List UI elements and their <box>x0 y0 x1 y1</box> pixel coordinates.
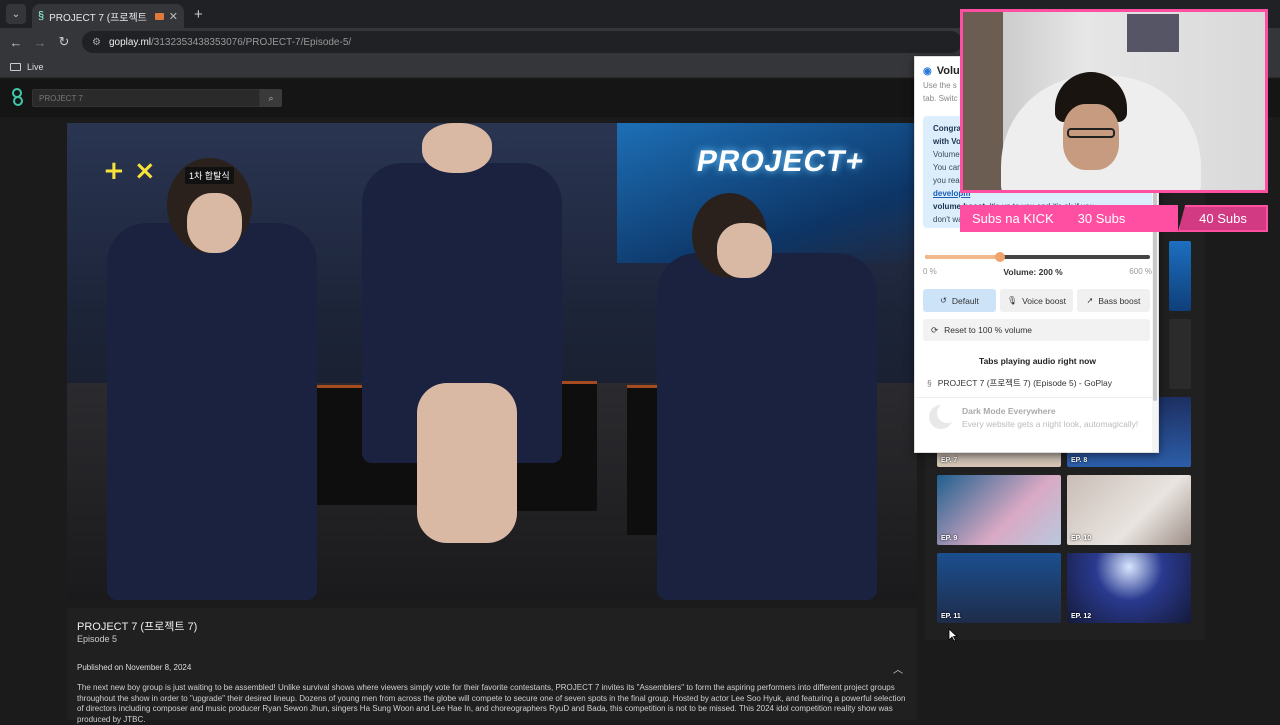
episode-card[interactable]: EP. 12 <box>1067 553 1191 623</box>
url-path: /3132353438353076/PROJECT-7/Episode-5/ <box>151 36 352 48</box>
promo-subtitle: Every website gets a night look, automag… <box>962 418 1139 429</box>
recording-indicator-icon <box>154 12 164 20</box>
contestant-hands <box>717 223 772 278</box>
slider-min-label: 0 % <box>923 267 937 276</box>
video-info-panel: PROJECT 7 (프로젝트 7) Episode 5 Published o… <box>67 608 917 724</box>
popup-subtitle-line: Use the s <box>923 81 957 90</box>
preset-label: Bass boost <box>1098 295 1141 306</box>
back-button[interactable]: ← <box>4 35 28 50</box>
preset-default-button[interactable]: ↺ Default <box>923 289 996 312</box>
contestant-legs <box>417 383 517 543</box>
webcam-person-glasses <box>1067 128 1115 138</box>
volume-slider-handle[interactable] <box>994 252 1005 262</box>
published-date: Published on November 8, 2024 <box>77 663 192 672</box>
preset-label: Voice boost <box>1022 295 1067 306</box>
subs-goal: 30 Subs <box>1077 211 1126 226</box>
video-player[interactable]: PROJECT+ + × 1차 합탈식 <box>67 123 917 600</box>
collapse-chevron-icon[interactable]: ︿ <box>893 661 903 676</box>
dark-mode-promo[interactable]: Dark Mode Everywhere Every website gets … <box>929 403 1139 429</box>
video-description: The next new boy group is just waiting t… <box>77 683 906 724</box>
folder-icon <box>10 62 21 71</box>
search-icon: ⌕ <box>268 92 274 103</box>
site-favicon-icon: § <box>38 10 45 22</box>
episode-card[interactable]: EP. 10 <box>1067 475 1191 545</box>
promo-title: Dark Mode Everywhere <box>962 405 1056 416</box>
popup-subtitle: Use the s tab. Switc <box>923 79 963 105</box>
reload-button[interactable]: ↻ <box>52 34 76 50</box>
preset-label: Default <box>951 295 979 306</box>
episode-label: EP. 11 <box>941 613 961 620</box>
url-host: goplay.ml <box>108 36 152 48</box>
moon-icon <box>929 403 957 429</box>
volume-slider-fill <box>925 255 1000 259</box>
close-tab-icon[interactable]: ✕ <box>169 10 178 23</box>
episode-label: EP. 12 <box>1071 613 1092 620</box>
caption-tag: 1차 합탈식 <box>185 167 234 184</box>
subs-label: Subs na KICK <box>972 211 1054 226</box>
slider-labels: 0 % Volume: 200 % 600 % <box>923 267 1152 277</box>
webcam-poster <box>1127 14 1179 52</box>
stage-banner: PROJECT+ <box>694 145 868 178</box>
bookmark-live[interactable]: Live <box>27 62 44 72</box>
divider <box>915 397 1158 398</box>
site-settings-icon[interactable]: ⚙ <box>92 37 101 48</box>
episode-label: EP. 8 <box>1071 457 1088 464</box>
subs-goal-overlay: Subs na KICK 30 Subs 40 Subs <box>960 205 1268 232</box>
audio-tab-label: PROJECT 7 (프로젝트 7) (Episode 5) - GoPlay <box>937 378 1112 388</box>
slider-max-label: 600 % <box>1129 267 1152 276</box>
webcam-overlay <box>960 9 1268 193</box>
episode-thumbnail-partial[interactable] <box>1169 241 1191 311</box>
volume-waves-icon: ◉ <box>923 65 932 77</box>
contestant <box>107 223 317 600</box>
webcam-shelf <box>963 12 1003 190</box>
subs-next-goal: 40 Subs <box>1178 205 1268 232</box>
rocket-icon: ➚ <box>1086 296 1094 305</box>
current-volume-label: Volume: 200 % <box>1003 267 1063 277</box>
contestant <box>657 253 877 600</box>
subs-goal-bar: Subs na KICK 30 Subs <box>960 205 1178 232</box>
search-button[interactable]: ⌕ <box>260 89 282 107</box>
url-bar[interactable]: ⚙ goplay.ml/3132353438353076/PROJECT-7/E… <box>82 31 962 53</box>
reset-label: Reset to 100 % volume <box>944 325 1033 335</box>
episode-label: EP. 7 <box>941 457 958 464</box>
episode-card[interactable]: EP. 9 <box>937 475 1061 545</box>
site-favicon-icon: § <box>927 378 932 388</box>
reset-volume-button[interactable]: ⟳ Reset to 100 % volume <box>923 319 1150 341</box>
broadcaster-logo: + × <box>103 156 156 186</box>
audio-tab-item[interactable]: § PROJECT 7 (프로젝트 7) (Episode 5) - GoPlay <box>927 377 1112 389</box>
preset-voice-boost-button[interactable]: 🎙 Voice boost <box>1000 289 1073 312</box>
preset-bass-boost-button[interactable]: ➚ Bass boost <box>1077 289 1150 312</box>
tab-title: PROJECT 7 (프로젝트 7) (Ep <box>49 12 150 24</box>
episode-label: EP. 9 <box>941 535 958 542</box>
notice-line: with Vo <box>933 137 961 146</box>
browser-tab-active[interactable]: § PROJECT 7 (프로젝트 7) (Ep ✕ <box>32 4 184 28</box>
search-input[interactable]: PROJECT 7 <box>32 89 260 107</box>
microphone-icon: 🎙 <box>1006 296 1018 305</box>
episode-label: EP. 10 <box>1071 535 1092 542</box>
tabs-audio-heading: Tabs playing audio right now <box>979 356 1096 366</box>
episode-thumbnail-partial[interactable] <box>1169 319 1191 389</box>
popup-subtitle-line: tab. Switc <box>923 94 958 103</box>
popup-title: Volu <box>936 65 960 77</box>
contestant-face <box>422 123 492 173</box>
new-tab-button[interactable]: + <box>194 6 203 23</box>
forward-button[interactable]: → <box>28 35 52 50</box>
video-title: PROJECT 7 (프로젝트 7) <box>77 621 198 633</box>
volume-slider[interactable] <box>925 252 1150 262</box>
popup-header: ◉ Volu <box>923 65 960 77</box>
reset-icon: ⟳ <box>931 324 939 335</box>
site-logo[interactable] <box>10 88 24 108</box>
episode-label: Episode 5 <box>77 634 118 644</box>
contestant-face <box>187 193 242 253</box>
undo-icon: ↺ <box>940 296 947 305</box>
tab-search-button[interactable]: ⌄ <box>6 4 26 24</box>
episode-card[interactable]: EP. 11 <box>937 553 1061 623</box>
notice-line: Congra <box>933 124 961 133</box>
